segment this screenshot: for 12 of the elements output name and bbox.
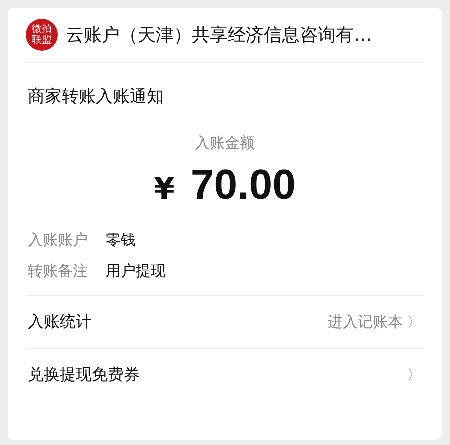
amount-value: 70.00 (190, 161, 296, 209)
link-row[interactable]: 入账统计 进入记账本 〉 (26, 296, 424, 348)
link-row[interactable]: 兑换提现免费券 〉 (26, 348, 424, 401)
currency-symbol: ¥ (154, 172, 175, 207)
logo-icon: 微拍 联盟 (26, 19, 58, 51)
detail-value: 零钱 (106, 231, 136, 250)
detail-value: 用户提现 (106, 262, 166, 281)
amount-label: 入账金额 (194, 134, 256, 153)
account-name: 云账户（天津）共享经济信息咨询有… (66, 24, 372, 47)
detail-label: 转账备注 (28, 262, 88, 281)
detail-label: 入账账户 (28, 231, 88, 250)
notice-title: 商家转账入账通知 (28, 86, 165, 108)
